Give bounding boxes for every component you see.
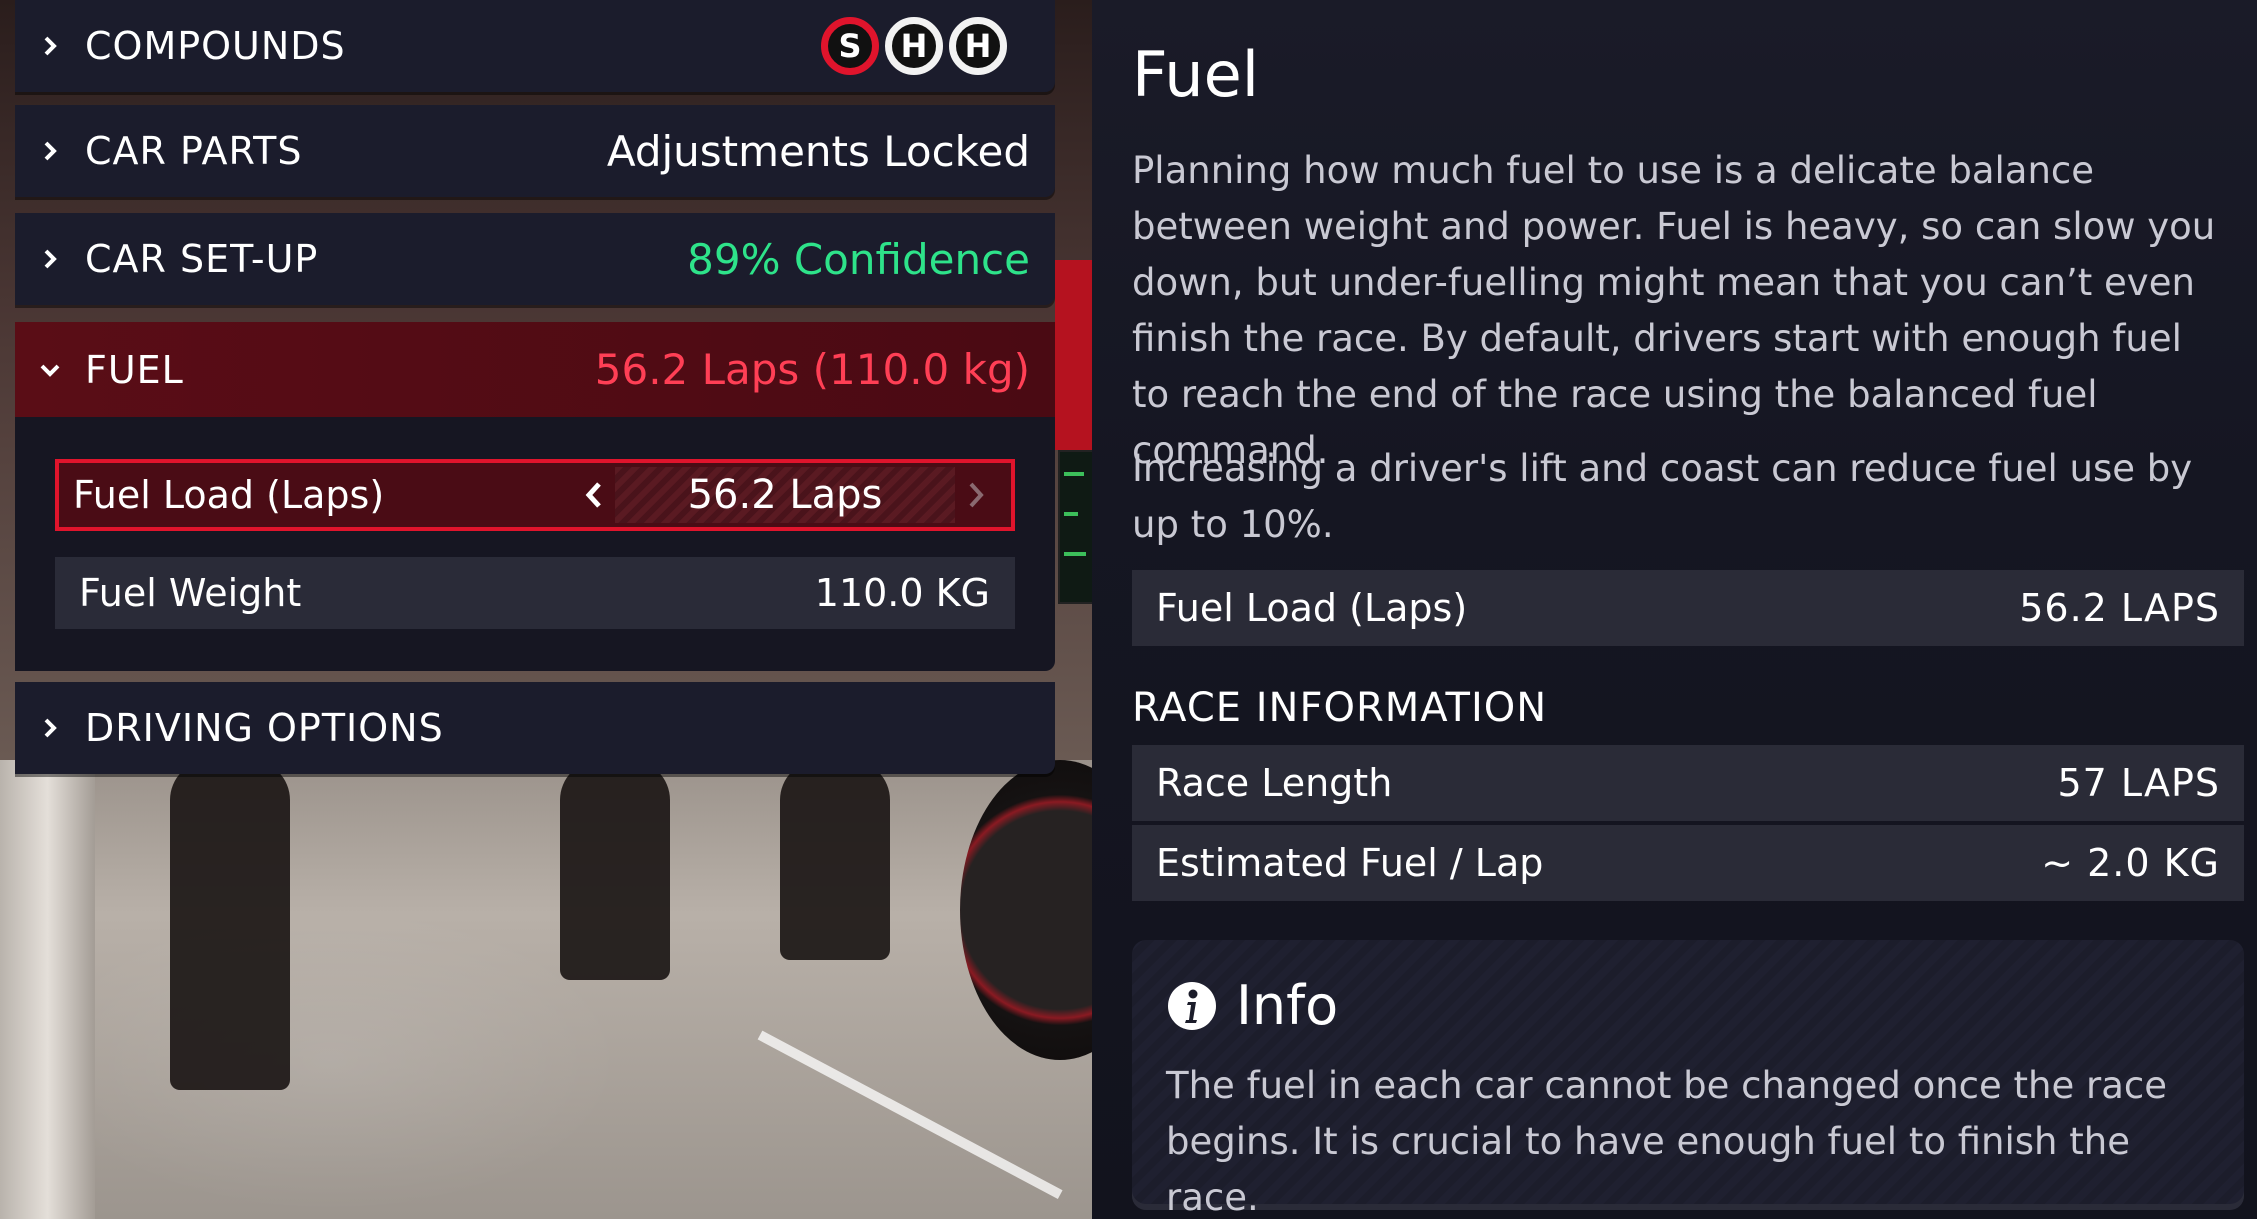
increase-arrow-icon[interactable] <box>955 480 997 510</box>
estimated-fuel-stat: Estimated Fuel / Lap ~ 2.0 KG <box>1132 825 2244 901</box>
race-length-stat: Race Length 57 LAPS <box>1132 745 2244 821</box>
fuel-load-value: 56.2 Laps <box>615 467 955 523</box>
stat-value: 56.2 LAPS <box>2019 586 2220 630</box>
mechanic-figure <box>780 760 890 960</box>
info-box: Info The fuel in each car cannot be chan… <box>1132 940 2244 1219</box>
fuel-weight-value: 110.0 KG <box>814 571 990 615</box>
fuel-description: Planning how much fuel to use is a delic… <box>1132 149 2216 472</box>
panel-title: Fuel <box>1132 38 1259 111</box>
stat-value: 57 LAPS <box>2057 761 2220 805</box>
menu-row-label: CAR PARTS <box>85 129 303 173</box>
garage-pillar <box>0 760 95 1219</box>
car-tyre <box>960 760 1092 1060</box>
menu-row-car-parts[interactable]: CAR PARTS Adjustments Locked <box>15 105 1055 197</box>
chevron-right-icon <box>15 717 85 739</box>
menu-row-car-setup[interactable]: CAR SET-UP 89% Confidence <box>15 213 1055 305</box>
mechanic-figure <box>560 760 670 980</box>
stat-label: Fuel Load (Laps) <box>1156 586 1468 630</box>
setup-confidence: 89% Confidence <box>687 234 1030 284</box>
info-body: The fuel in each car cannot be changed o… <box>1166 1064 2168 1219</box>
race-info-heading: RACE INFORMATION <box>1132 685 1548 731</box>
fuel-load-control: 56.2 Laps <box>573 463 1011 527</box>
info-title: Info <box>1236 974 1339 1037</box>
chevron-right-icon <box>15 248 85 270</box>
menu-row-label: DRIVING OPTIONS <box>85 706 444 750</box>
menu-row-driving-options[interactable]: DRIVING OPTIONS <box>15 682 1055 774</box>
hard-tyre-icon: H <box>949 17 1007 75</box>
info-icon <box>1168 981 1216 1030</box>
chevron-right-icon <box>15 35 85 57</box>
chevron-right-icon <box>15 140 85 162</box>
soft-tyre-icon: S <box>821 17 879 75</box>
fuel-load-label: Fuel Load (Laps) <box>73 473 385 517</box>
stat-label: Estimated Fuel / Lap <box>1156 841 1544 885</box>
tyre-compound-list: S H H <box>821 17 1007 75</box>
fuel-load-stepper[interactable]: Fuel Load (Laps) 56.2 Laps <box>55 459 1015 531</box>
fuel-info-panel: Fuel Planning how much fuel to use is a … <box>1092 0 2257 1219</box>
menu-row-fuel[interactable]: FUEL 56.2 Laps (110.0 kg) <box>15 322 1055 417</box>
fuel-options-panel: Fuel Load (Laps) 56.2 Laps Fuel Weight 1… <box>15 417 1055 671</box>
fuel-load-stat: Fuel Load (Laps) 56.2 LAPS <box>1132 570 2244 646</box>
menu-row-label: FUEL <box>85 347 184 392</box>
decrease-arrow-icon[interactable] <box>573 480 615 510</box>
menu-row-compounds[interactable]: COMPOUNDS S H H <box>15 0 1055 92</box>
garage-monitor <box>1058 450 1092 604</box>
lift-coast-note: Increasing a driver's lift and coast can… <box>1132 447 2193 546</box>
garage-red-stripe <box>1055 260 1092 450</box>
stat-label: Race Length <box>1156 761 1393 805</box>
info-header: Info <box>1166 974 1338 1037</box>
menu-row-label: CAR SET-UP <box>85 237 319 281</box>
mechanic-figure <box>170 760 290 1090</box>
menu-row-label: COMPOUNDS <box>85 24 346 68</box>
stat-value: ~ 2.0 KG <box>2041 841 2220 885</box>
chevron-down-icon <box>15 359 85 381</box>
floor-marking <box>757 1030 1063 1200</box>
fuel-summary: 56.2 Laps (110.0 kg) <box>594 345 1030 394</box>
hard-tyre-icon: H <box>885 17 943 75</box>
fuel-weight-row: Fuel Weight 110.0 KG <box>55 557 1015 629</box>
car-parts-status: Adjustments Locked <box>606 126 1030 176</box>
fuel-weight-label: Fuel Weight <box>79 571 302 615</box>
